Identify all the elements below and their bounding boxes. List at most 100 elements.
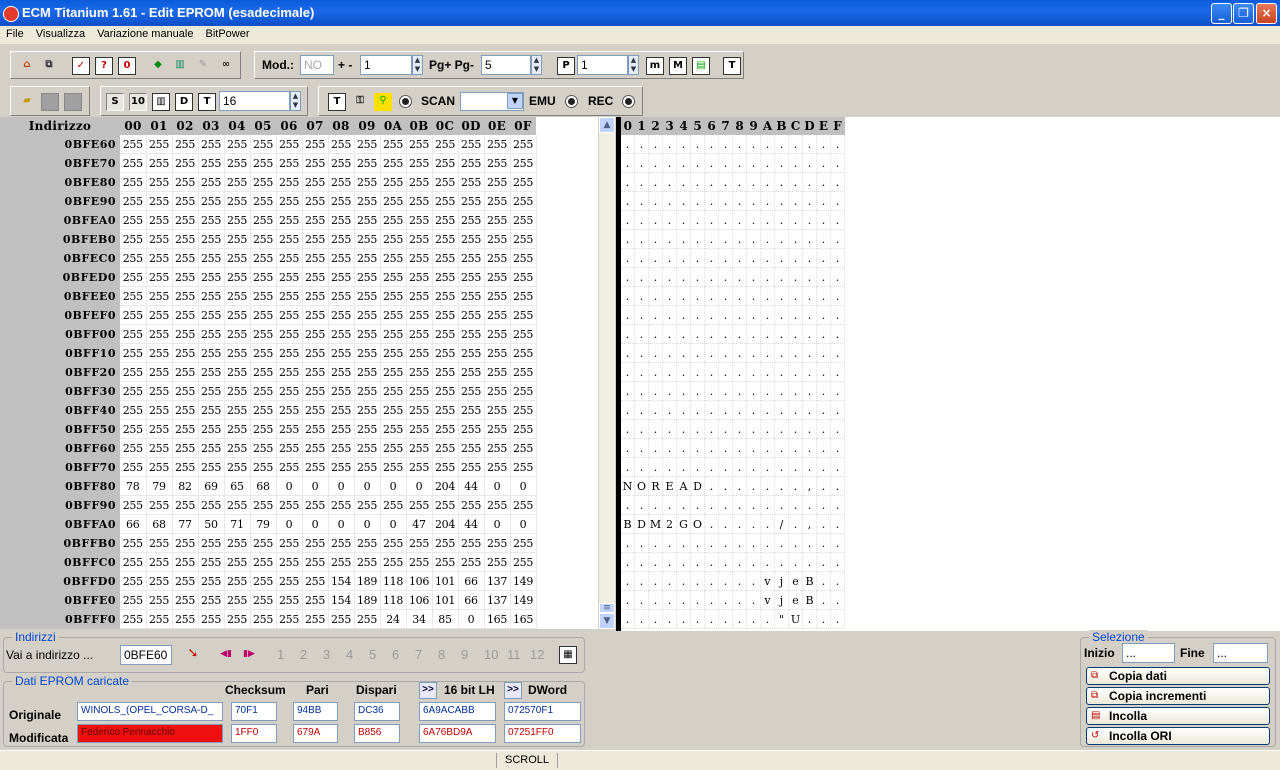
ascii-cell[interactable]: .: [774, 248, 789, 268]
hex-cell[interactable]: 255: [224, 381, 251, 401]
ascii-cell[interactable]: e: [788, 590, 803, 610]
ascii-cell[interactable]: .: [704, 590, 719, 610]
ascii-cell[interactable]: .: [830, 590, 845, 610]
m-icon[interactable]: M: [669, 57, 687, 75]
ascii-cell[interactable]: .: [676, 362, 691, 382]
hex-cell[interactable]: 255: [224, 324, 251, 344]
ascii-cell[interactable]: .: [774, 533, 789, 553]
hex-cell[interactable]: 255: [302, 381, 329, 401]
hex-cell[interactable]: 255: [380, 286, 407, 306]
hex-cell[interactable]: 255: [406, 533, 433, 553]
ascii-cell[interactable]: .: [732, 153, 747, 173]
hex-cell[interactable]: 255: [510, 135, 537, 154]
ascii-cell[interactable]: .: [621, 571, 635, 591]
ascii-cell[interactable]: .: [662, 552, 677, 572]
ascii-cell[interactable]: .: [690, 609, 705, 629]
hex-cell[interactable]: 255: [510, 362, 537, 382]
ascii-cell[interactable]: .: [676, 229, 691, 249]
ascii-cell[interactable]: .: [788, 495, 803, 515]
ascii-cell[interactable]: .: [690, 267, 705, 287]
checklist-icon[interactable]: ✓: [72, 57, 90, 75]
ascii-cell[interactable]: .: [690, 229, 705, 249]
hex-cell[interactable]: 255: [198, 609, 225, 629]
hex-cell[interactable]: 255: [276, 267, 303, 287]
ascii-cell[interactable]: .: [634, 609, 649, 629]
ascii-cell[interactable]: .: [676, 343, 691, 363]
ascii-cell[interactable]: .: [621, 457, 635, 477]
hex-cell[interactable]: 255: [224, 210, 251, 230]
minimize-button[interactable]: _: [1211, 3, 1232, 24]
hex-cell[interactable]: 255: [406, 286, 433, 306]
ascii-cell[interactable]: .: [746, 248, 761, 268]
hex-cell[interactable]: 255: [146, 609, 173, 629]
ascii-cell[interactable]: .: [648, 457, 663, 477]
ascii-cell[interactable]: .: [662, 381, 677, 401]
ascii-cell[interactable]: ,: [802, 476, 817, 496]
hex-cell[interactable]: 255: [380, 210, 407, 230]
hex-cell[interactable]: 255: [198, 533, 225, 553]
ascii-cell[interactable]: .: [704, 362, 719, 382]
ascii-cell[interactable]: .: [830, 552, 845, 572]
ascii-cell[interactable]: .: [732, 419, 747, 439]
hex-cell[interactable]: 255: [224, 172, 251, 192]
hex-cell[interactable]: 255: [328, 552, 355, 572]
restore-button[interactable]: ❐: [1233, 3, 1254, 24]
ascii-cell[interactable]: .: [704, 381, 719, 401]
ascii-cell[interactable]: .: [802, 229, 817, 249]
hex-cell[interactable]: 255: [432, 324, 459, 344]
hex-cell[interactable]: 255: [146, 267, 173, 287]
ascii-cell[interactable]: .: [662, 590, 677, 610]
ascii-cell[interactable]: .: [746, 135, 761, 154]
ascii-cell[interactable]: .: [704, 324, 719, 344]
ascii-cell[interactable]: .: [732, 305, 747, 325]
ascii-cell[interactable]: .: [621, 400, 635, 420]
ascii-cell[interactable]: B: [802, 571, 817, 591]
hex-cell[interactable]: 255: [380, 135, 407, 154]
hex-cell[interactable]: 255: [328, 438, 355, 458]
ascii-cell[interactable]: .: [760, 229, 775, 249]
ascii-cell[interactable]: .: [816, 514, 831, 534]
hex-cell[interactable]: 66: [458, 571, 485, 591]
ascii-cell[interactable]: .: [830, 533, 845, 553]
ascii-cell[interactable]: .: [816, 172, 831, 192]
hex-cell[interactable]: 255: [276, 362, 303, 382]
ascii-cell[interactable]: .: [718, 400, 733, 420]
hex-cell[interactable]: 255: [328, 248, 355, 268]
ascii-cell[interactable]: .: [816, 343, 831, 363]
ascii-cell[interactable]: .: [662, 400, 677, 420]
ascii-cell[interactable]: .: [662, 135, 677, 154]
ascii-cell[interactable]: .: [746, 210, 761, 230]
ascii-cell[interactable]: .: [621, 495, 635, 515]
hex-cell[interactable]: 255: [276, 153, 303, 173]
hex-cell[interactable]: 255: [224, 267, 251, 287]
ascii-cell[interactable]: .: [648, 343, 663, 363]
ascii-cell[interactable]: .: [774, 381, 789, 401]
ascii-cell[interactable]: O: [634, 476, 649, 496]
hex-cell[interactable]: 255: [484, 381, 511, 401]
ascii-cell[interactable]: .: [648, 400, 663, 420]
ascii-cell[interactable]: .: [788, 210, 803, 230]
hex-cell[interactable]: 255: [172, 552, 199, 572]
ascii-cell[interactable]: .: [802, 495, 817, 515]
hex-cell[interactable]: 255: [276, 248, 303, 268]
ascii-cell[interactable]: .: [788, 324, 803, 344]
ascii-cell[interactable]: .: [662, 324, 677, 344]
ascii-cell[interactable]: M: [648, 514, 663, 534]
modificata-dword-field[interactable]: 07251FF0: [504, 724, 581, 743]
hex-cell[interactable]: 255: [432, 267, 459, 287]
hex-cell[interactable]: 189: [354, 590, 381, 610]
ascii-cell[interactable]: .: [704, 305, 719, 325]
ascii-cell[interactable]: .: [760, 248, 775, 268]
incolla-ori-button[interactable]: ↺ Incolla ORI: [1086, 727, 1270, 745]
ascii-cell[interactable]: .: [634, 590, 649, 610]
ascii-cell[interactable]: .: [760, 324, 775, 344]
ascii-cell[interactable]: .: [816, 609, 831, 629]
view-d-icon[interactable]: D: [175, 93, 193, 111]
hex-cell[interactable]: 255: [224, 362, 251, 382]
hex-cell[interactable]: 255: [276, 135, 303, 154]
ascii-cell[interactable]: .: [746, 362, 761, 382]
hex-cell[interactable]: 255: [276, 533, 303, 553]
ascii-cell[interactable]: .: [648, 609, 663, 629]
ascii-cell[interactable]: .: [732, 514, 747, 534]
ascii-cell[interactable]: .: [830, 305, 845, 325]
